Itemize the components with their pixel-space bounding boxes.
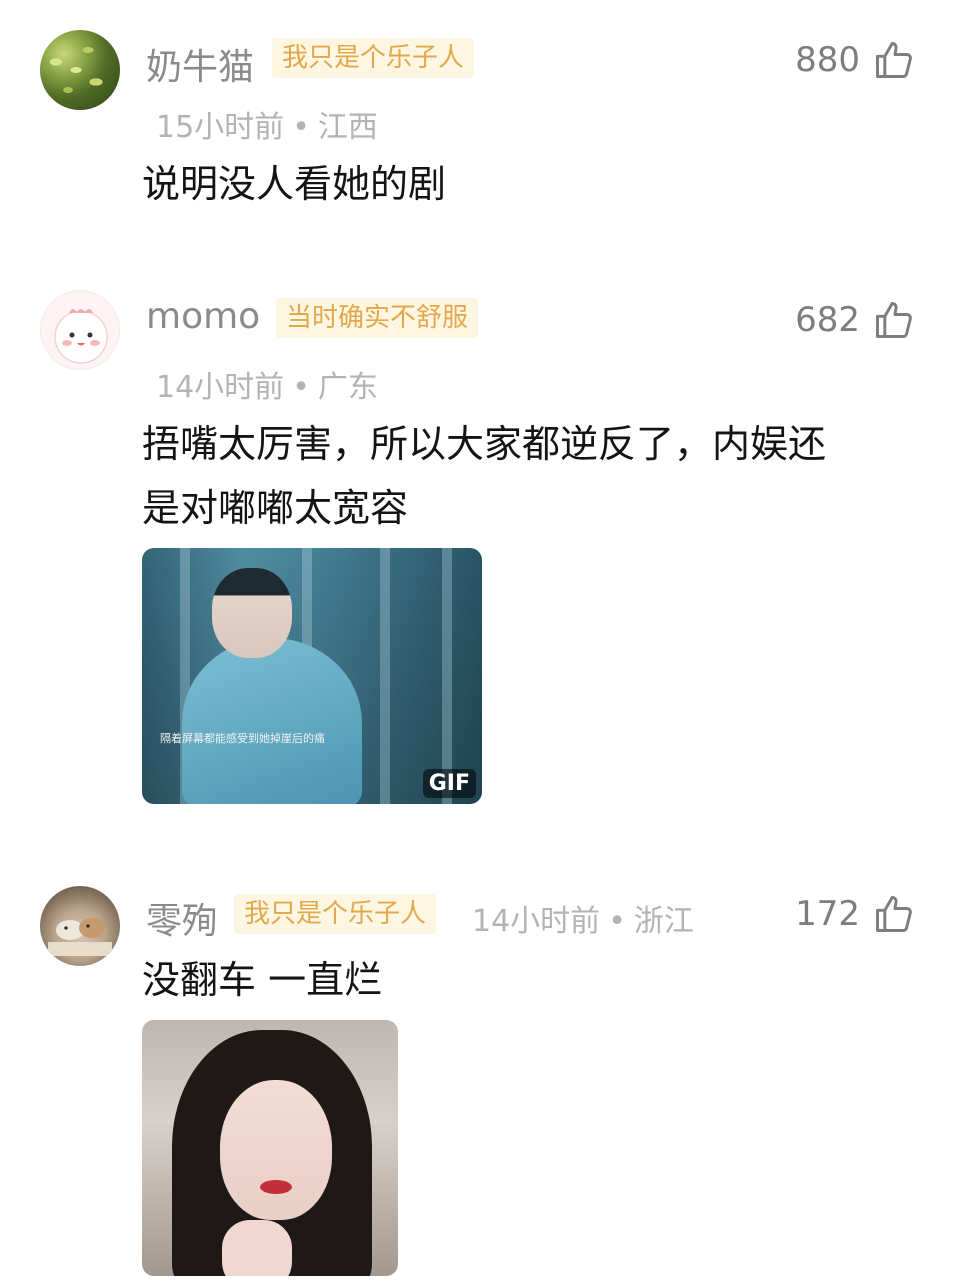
like-button[interactable]: 880 [795,36,916,84]
thumbs-up-icon [876,42,912,78]
thumbs-up-icon [876,896,912,932]
comment-text: 说明没人看她的剧 [142,162,447,206]
image-face [220,1080,332,1220]
image-hand [222,1220,292,1276]
comment-item: 零殉 我只是个乐子人 14小时前 • 浙江 172 没翻车 一直烂 [0,868,960,1288]
like-count: 682 [795,300,860,340]
comment-image[interactable] [142,1020,398,1276]
comment-gif[interactable]: 隔着屏幕都能感受到她掉崖后的痛 GIF [142,548,482,804]
separator: • [292,370,310,405]
like-count: 880 [795,40,860,80]
comment-time: 14小时前 [472,904,601,939]
thumbs-up-icon [876,302,912,338]
gif-figure-head [212,568,292,658]
gif-caption: 隔着屏幕都能感受到她掉崖后的痛 [160,732,325,745]
comment-text-line: 是对嘟嘟太宽容 [142,486,409,530]
gif-figure [182,638,362,804]
gif-badge: GIF [422,769,476,798]
comment-text: 没翻车 一直烂 [142,958,383,1002]
comment-location: 浙江 [633,904,694,939]
image-lips [260,1180,292,1194]
comment-item: 奶牛猫 我只是个乐子人 880 15小时前 • 江西 说明没人看她的剧 [0,0,960,240]
comment-location: 江西 [317,110,378,145]
comment-text: 捂嘴太厉害，所以大家都逆反了，内娱还 是对嘟嘟太宽容 [142,412,920,540]
comment-meta: 14小时前 • 浙江 [472,896,694,940]
comment-meta: 15小时前 • 江西 [156,102,378,146]
like-button[interactable]: 172 [795,890,916,938]
like-button[interactable]: 682 [795,296,916,344]
comment-time: 15小时前 [156,110,285,145]
comment-item: momo 当时确实不舒服 682 14小时前 • 广东 捂嘴太厉害，所以大家都逆反了… [0,260,960,840]
comment-location: 广东 [317,370,378,405]
like-count: 172 [795,894,860,934]
avatar[interactable] [40,886,120,966]
separator: • [608,904,626,939]
user-badge: 我只是个乐子人 [272,38,475,78]
username[interactable]: 零殉 [146,892,218,944]
separator: • [292,110,310,145]
comment-text-line: 捂嘴太厉害，所以大家都逆反了，内娱还 [142,422,827,466]
avatar[interactable] [40,30,120,110]
avatar[interactable] [40,290,120,370]
comment-meta: 14小时前 • 广东 [156,362,378,406]
avatar-illustration [54,309,108,364]
comment-time: 14小时前 [156,370,285,405]
username[interactable]: momo [146,296,260,337]
avatar-illustration [48,918,112,956]
username[interactable]: 奶牛猫 [146,38,254,90]
user-badge: 当时确实不舒服 [276,298,479,338]
user-badge: 我只是个乐子人 [234,894,437,934]
